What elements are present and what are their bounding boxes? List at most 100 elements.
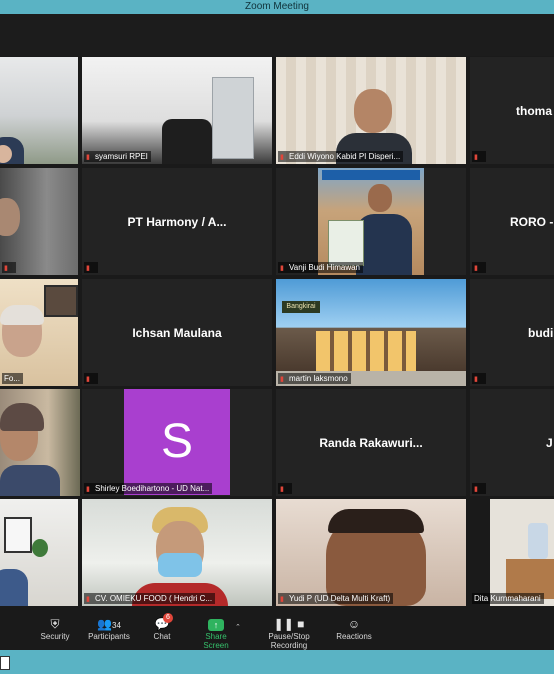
person-body — [356, 214, 412, 275]
participant-name: ▮ — [84, 373, 98, 384]
participant-name: ▮ Eddi Wiyono Kabid PI Disperi... — [278, 151, 404, 162]
mic-muted-icon: ▮ — [86, 265, 90, 272]
participant-name: Dita Kurnmaharani — [472, 593, 544, 604]
taskbar-window-icon[interactable] — [0, 656, 10, 670]
os-taskbar — [0, 650, 554, 674]
reactions-label: Reactions — [336, 632, 372, 641]
video-tile[interactable]: ▮ CV. OMIEKU FOOD ( Hendri C... — [82, 499, 272, 606]
share-options-caret[interactable]: ˆ — [233, 620, 243, 636]
participant-name: Fo... — [2, 373, 24, 384]
face-mask — [158, 553, 202, 577]
mic-muted-icon: ▮ — [474, 265, 478, 272]
chat-button[interactable]: 💬 6 Chat — [150, 613, 174, 641]
person-hijab — [0, 403, 44, 431]
video-tile[interactable]: Ichsan Maulana ▮ — [82, 279, 272, 386]
mic-muted-icon: ▮ — [280, 265, 284, 272]
participants-button[interactable]: 👥34 Participants — [86, 616, 132, 641]
video-tile[interactable]: Fo... — [0, 279, 78, 386]
held-document — [328, 220, 364, 266]
chat-label: Chat — [153, 632, 171, 641]
mic-muted-icon: ▮ — [280, 376, 284, 383]
top-strip — [0, 14, 554, 56]
participant-display-name: thoma — [516, 103, 552, 118]
video-tile[interactable]: budi ▮ — [470, 279, 554, 386]
chair-back — [162, 119, 212, 164]
pause-stop-icon: ❚❚ ■ — [273, 617, 305, 631]
participants-count: 34 — [112, 621, 121, 630]
video-tile[interactable] — [0, 57, 78, 164]
office-cabinet — [212, 77, 254, 159]
person-hat — [0, 305, 44, 325]
video-tile-active-speaker[interactable] — [0, 389, 80, 496]
video-tile[interactable]: J ▮ — [470, 389, 554, 496]
participant-name: ▮ — [472, 151, 486, 162]
meeting-toolbar: ⛨ Security 👥34 Participants 💬 6 Chat ↑ S… — [0, 606, 554, 650]
recording-label: Pause/Stop Recording — [268, 632, 310, 650]
water-dispenser — [528, 523, 548, 559]
video-tile[interactable] — [0, 499, 78, 606]
participant-display-name: J — [546, 435, 553, 450]
mic-muted-icon: ▮ — [474, 376, 478, 383]
participant-name: ▮ — [84, 262, 98, 273]
store-sign: Bangkirai — [282, 301, 320, 313]
recording-button[interactable]: ❚❚ ■ Pause/Stop Recording — [250, 616, 328, 650]
person-hair — [328, 509, 424, 533]
reactions-button[interactable]: ☺ Reactions — [336, 616, 372, 641]
video-tile[interactable]: ▮ — [0, 168, 78, 275]
shield-icon: ⛨ — [50, 617, 60, 631]
video-tile[interactable]: PT Harmony / A... ▮ — [82, 168, 272, 275]
participants-icon: 👥34 — [97, 617, 121, 631]
video-tile[interactable]: ▮ Eddi Wiyono Kabid PI Disperi... — [276, 57, 466, 164]
video-tile[interactable]: ▮ Vanji Budi Himawan — [276, 168, 466, 275]
wall-picture — [44, 285, 78, 317]
participant-name: ▮ martin laksmono — [278, 373, 351, 384]
person-head — [354, 89, 392, 133]
participant-name: ▮ — [2, 262, 16, 273]
participant-name: ▮ CV. OMIEKU FOOD ( Hendri C... — [84, 593, 216, 604]
participant-display-name: budi — [528, 325, 554, 340]
participant-display-name: PT Harmony / A... — [127, 214, 227, 229]
mic-muted-icon: ▮ — [280, 596, 284, 603]
chat-badge: 6 — [163, 613, 173, 623]
participant-display-name: Ichsan Maulana — [132, 325, 222, 340]
security-button[interactable]: ⛨ Security — [38, 616, 72, 641]
participant-name: ▮ — [472, 262, 486, 273]
video-tile[interactable]: S ▮ Shirley Boedihartono - UD Nat... — [82, 389, 272, 496]
mic-muted-icon: ▮ — [86, 154, 90, 161]
video-tile[interactable]: Bangkirai ▮ martin laksmono — [276, 279, 466, 386]
security-label: Security — [40, 632, 70, 641]
participant-name: ▮ Shirley Boedihartono - UD Nat... — [84, 483, 213, 494]
participant-name: ▮ — [278, 483, 292, 494]
participant-name: ▮ — [472, 483, 486, 494]
person-body — [0, 465, 60, 496]
video-tile[interactable]: ▮ Yudi P (UD Delta Multi Kraft) — [276, 499, 466, 606]
mic-muted-icon: ▮ — [86, 486, 90, 493]
video-tile[interactable]: thoma ▮ — [470, 57, 554, 164]
video-tile[interactable]: RORO - ▮ — [470, 168, 554, 275]
window-title: Zoom Meeting — [0, 0, 554, 14]
video-tile[interactable]: Randa Rakawuri... ▮ — [276, 389, 466, 496]
avatar: S — [124, 389, 230, 495]
participant-display-name: RORO - — [510, 214, 554, 229]
participant-name: ▮ Vanji Budi Himawan — [278, 262, 363, 273]
emoji-icon: ☺ — [347, 617, 361, 631]
wall-frame — [4, 517, 32, 553]
chevron-up-icon: ˆ — [236, 623, 240, 633]
mic-muted-icon: ▮ — [86, 376, 90, 383]
mic-muted-icon: ▮ — [474, 486, 478, 493]
share-screen-label: Share Screen — [203, 632, 229, 650]
person-head — [368, 184, 392, 212]
mic-muted-icon: ▮ — [474, 154, 478, 161]
participant-name: ▮ — [472, 373, 486, 384]
banner — [322, 170, 420, 180]
participant-name: ▮ Yudi P (UD Delta Multi Kraft) — [278, 593, 394, 604]
participants-label: Participants — [88, 632, 130, 641]
mic-muted-icon: ▮ — [86, 596, 90, 603]
mic-muted-icon: ▮ — [280, 486, 284, 493]
video-tile[interactable]: ▮ syamsuri RPEI — [82, 57, 272, 164]
video-tile[interactable]: Dita Kurnmaharani — [470, 499, 554, 606]
mic-muted-icon: ▮ — [280, 154, 284, 161]
plant — [32, 539, 48, 557]
building-windows — [316, 331, 416, 371]
participant-display-name: Randa Rakawuri... — [319, 435, 423, 450]
